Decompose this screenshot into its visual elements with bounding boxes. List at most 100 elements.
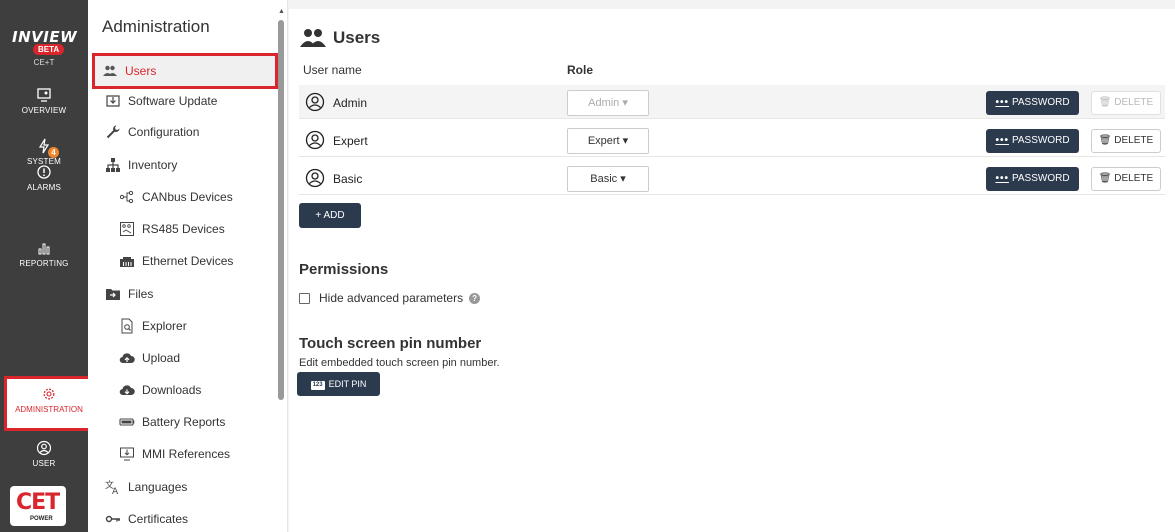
sidebar-item-rs485-devices-label: RS485 Devices bbox=[142, 222, 225, 236]
sidebar-item-downloads-label: Downloads bbox=[142, 383, 202, 397]
sidebar-item-files[interactable]: Files bbox=[88, 280, 278, 308]
gear-icon bbox=[42, 387, 56, 401]
sidebar-item-inventory[interactable]: Inventory bbox=[88, 151, 278, 179]
nav-administration[interactable]: ADMINISTRATION bbox=[4, 376, 94, 431]
delete-button-label: DELETE bbox=[1114, 173, 1154, 184]
brand-logo-sub: POWER bbox=[30, 516, 53, 522]
nav-user[interactable]: USER bbox=[0, 440, 88, 468]
password-button[interactable]: ••• PASSWORD bbox=[986, 167, 1079, 191]
sidebar-item-certificates[interactable]: Certificates bbox=[88, 505, 278, 532]
pin-heading: Touch screen pin number bbox=[299, 335, 482, 352]
pin-description: Edit embedded touch screen pin number. bbox=[299, 357, 500, 369]
alert-icon bbox=[36, 164, 52, 180]
wrench-icon bbox=[104, 124, 122, 140]
users-icon bbox=[101, 63, 119, 79]
sidebar-item-upload-label: Upload bbox=[142, 351, 181, 365]
delete-button[interactable]: 🗑 DELETE bbox=[1091, 167, 1161, 191]
beta-badge: BETA bbox=[33, 44, 65, 55]
sidebar-item-files-label: Files bbox=[128, 287, 154, 301]
main-panel: Users User name Role Admin Admin ▾ ••• PA… bbox=[289, 9, 1175, 532]
key-icon bbox=[104, 511, 122, 527]
nav-alarms[interactable]: ALARMS bbox=[0, 164, 88, 192]
sidebar-item-languages[interactable]: 文A Languages bbox=[88, 473, 278, 501]
user-name: Basic bbox=[333, 172, 363, 186]
user-circle-icon bbox=[36, 440, 52, 456]
ethernet-icon bbox=[118, 253, 136, 269]
nav-user-label: USER bbox=[32, 459, 56, 468]
sidebar-item-certificates-label: Certificates bbox=[128, 512, 189, 526]
sidebar-title: Administration bbox=[102, 17, 210, 36]
numeric-keypad-icon: 123 bbox=[310, 381, 325, 390]
edit-pin-button[interactable]: 123 EDIT PIN bbox=[297, 372, 380, 396]
help-icon[interactable]: ? bbox=[469, 292, 481, 304]
sidebar-item-software-update[interactable]: Software Update bbox=[88, 87, 278, 115]
delete-button[interactable]: 🗑 DELETE bbox=[1091, 129, 1161, 153]
sidebar-item-battery-reports[interactable]: Battery Reports bbox=[88, 408, 278, 436]
hide-advanced-row: Hide advanced parameters ? bbox=[299, 291, 481, 305]
sidebar-item-explorer[interactable]: Explorer bbox=[88, 312, 278, 340]
password-dots-icon: ••• bbox=[995, 135, 1009, 146]
sidebar-item-configuration[interactable]: Configuration bbox=[88, 118, 278, 146]
nav-reporting[interactable]: REPORTING bbox=[0, 240, 88, 268]
sidebar-item-software-update-label: Software Update bbox=[128, 94, 218, 108]
user-name: Admin bbox=[333, 96, 368, 110]
sidebar-item-canbus-devices-label: CANbus Devices bbox=[142, 190, 233, 204]
password-dots-icon: ••• bbox=[995, 97, 1009, 108]
sidebar-item-rs485-devices[interactable]: RS485 Devices bbox=[88, 215, 278, 243]
page-title-text: Users bbox=[333, 28, 381, 47]
password-button-label: PASSWORD bbox=[1011, 97, 1070, 108]
hide-advanced-checkbox[interactable] bbox=[299, 292, 310, 304]
sidebar-item-upload[interactable]: Upload bbox=[88, 344, 278, 372]
nav-overview-label: OVERVIEW bbox=[21, 106, 67, 115]
sidebar-item-mmi-references[interactable]: MMI References bbox=[88, 440, 278, 468]
brand-logo-text: CET bbox=[16, 490, 60, 515]
user-circle-icon bbox=[305, 130, 325, 150]
scrollbar-thumb[interactable] bbox=[278, 20, 284, 400]
add-user-button[interactable]: + ADD bbox=[299, 203, 361, 228]
column-header-username: User name bbox=[303, 63, 362, 77]
sidebar-item-battery-reports-label: Battery Reports bbox=[142, 415, 226, 429]
user-circle-icon bbox=[305, 168, 325, 188]
sidebar-item-explorer-label: Explorer bbox=[142, 319, 187, 333]
role-dropdown[interactable]: Admin ▾ bbox=[567, 90, 649, 116]
alarm-count-badge: 4 bbox=[48, 147, 59, 158]
role-dropdown[interactable]: Expert ▾ bbox=[567, 128, 649, 154]
trash-icon: 🗑 bbox=[1098, 135, 1112, 146]
trash-icon: 🗑 bbox=[1098, 173, 1112, 184]
serial-port-icon bbox=[118, 221, 136, 237]
role-dropdown[interactable]: Basic ▾ bbox=[567, 166, 649, 192]
password-button[interactable]: ••• PASSWORD bbox=[986, 91, 1079, 115]
svg-text:A: A bbox=[112, 487, 119, 495]
table-row: Basic Basic ▾ ••• PASSWORD 🗑 DELETE bbox=[299, 161, 1165, 195]
sidebar-item-canbus-devices[interactable]: CANbus Devices bbox=[88, 183, 278, 211]
password-button[interactable]: ••• PASSWORD bbox=[986, 129, 1079, 153]
sidebar-item-ethernet-devices-label: Ethernet Devices bbox=[142, 254, 234, 268]
delete-button-label: DELETE bbox=[1114, 97, 1154, 108]
monitor-icon bbox=[36, 87, 52, 103]
sidebar-scrollbar[interactable]: ▲ bbox=[277, 8, 285, 400]
scroll-up-arrow-icon[interactable]: ▲ bbox=[278, 8, 285, 15]
admin-sidebar: Administration Users Software Update Con… bbox=[88, 0, 288, 532]
sidebar-item-mmi-references-label: MMI References bbox=[142, 447, 231, 461]
battery-icon bbox=[118, 414, 136, 430]
edit-pin-label: EDIT PIN bbox=[328, 379, 367, 389]
hide-advanced-label: Hide advanced parameters bbox=[319, 291, 464, 305]
nav-system[interactable]: SYSTEM bbox=[0, 138, 88, 166]
permissions-heading: Permissions bbox=[299, 261, 389, 278]
sidebar-item-ethernet-devices[interactable]: Ethernet Devices bbox=[88, 247, 278, 275]
cloud-upload-icon bbox=[118, 350, 136, 366]
sidebar-item-users[interactable]: Users bbox=[92, 53, 278, 89]
sidebar-item-downloads[interactable]: Downloads bbox=[88, 376, 278, 404]
user-circle-icon bbox=[305, 92, 325, 112]
sitemap-icon bbox=[104, 157, 122, 173]
nav-overview[interactable]: OVERVIEW bbox=[0, 87, 88, 115]
cloud-download-icon bbox=[118, 382, 136, 398]
folder-arrow-icon bbox=[104, 286, 122, 302]
sidebar-item-configuration-label: Configuration bbox=[128, 125, 200, 139]
delete-button[interactable]: 🗑 DELETE bbox=[1091, 91, 1161, 115]
bar-chart-icon bbox=[36, 240, 52, 256]
password-button-label: PASSWORD bbox=[1011, 173, 1070, 184]
sidebar-item-languages-label: Languages bbox=[128, 480, 188, 494]
password-button-label: PASSWORD bbox=[1011, 135, 1070, 146]
file-search-icon bbox=[118, 318, 136, 334]
